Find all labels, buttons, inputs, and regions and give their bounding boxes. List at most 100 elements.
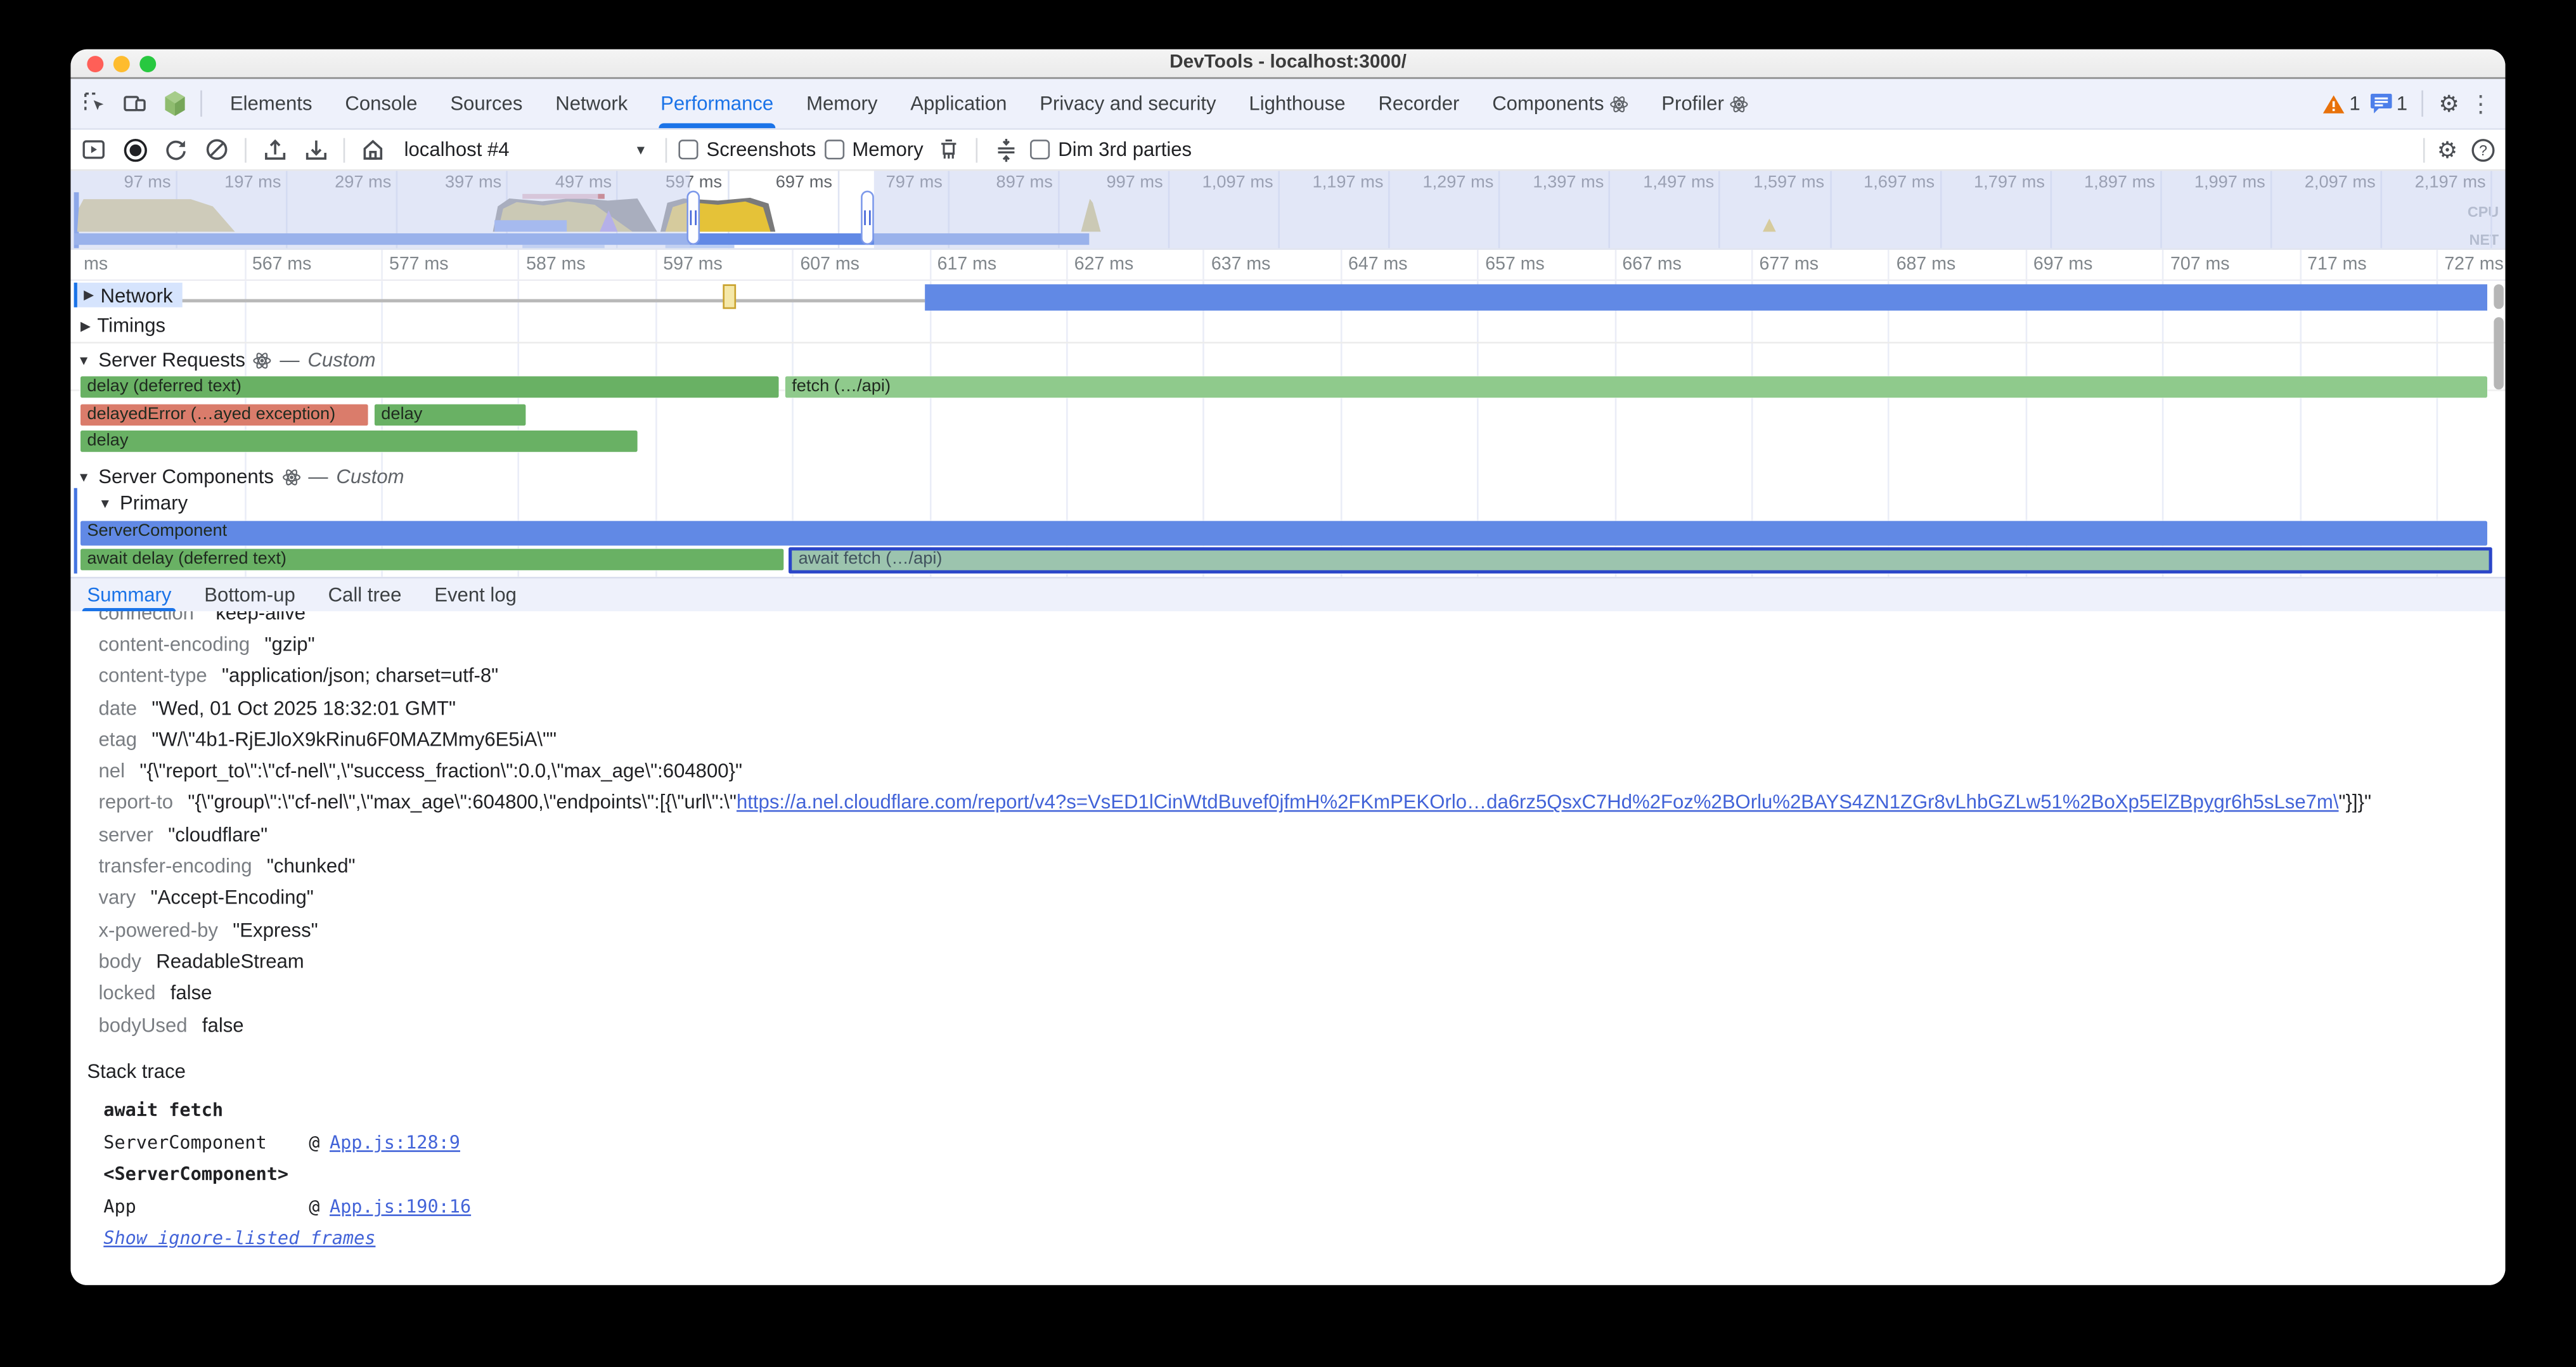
screenshot-stage: DevTools - localhost:3000/ ElementsConso… — [0, 0, 2576, 1367]
network-request-bar[interactable] — [925, 284, 2487, 310]
device-toolbar-icon[interactable] — [117, 86, 153, 122]
record-button[interactable] — [119, 133, 151, 166]
issues-badge[interactable]: 1 — [2370, 92, 2407, 115]
ruler-tick-label: 727 ms — [2444, 255, 2504, 275]
load-profile-icon[interactable] — [258, 133, 291, 166]
tab-lighthouse[interactable]: Lighthouse — [1232, 79, 1362, 128]
svg-text:?: ? — [2478, 141, 2487, 158]
header-value: "keep-alive" — [209, 611, 312, 624]
collect-garbage-icon[interactable] — [932, 133, 965, 166]
header-value: "cloudflare" — [168, 823, 267, 846]
header-value: "application/json; charset=utf-8" — [222, 664, 498, 687]
server-request-bar[interactable]: delay — [80, 431, 638, 452]
server-request-bar[interactable]: delay — [375, 405, 525, 426]
screenshots-checkbox[interactable]: Screenshots — [678, 138, 816, 161]
trace-history-select[interactable]: localhost #4 ▼ — [397, 138, 654, 161]
react-atom-icon — [1611, 94, 1629, 113]
show-ignore-listed-frames-link[interactable]: Show ignore-listed frames — [103, 1228, 375, 1249]
report-to-url-link[interactable]: https://a.nel.cloudflare.com/report/v4?s… — [737, 791, 2339, 814]
ruler-tick — [2299, 250, 2301, 280]
ruler-tick-label: 717 ms — [2307, 255, 2367, 275]
header-key: report-to — [99, 791, 174, 814]
ruler-tick-label: 577 ms — [389, 255, 449, 275]
tracks-scrollbar[interactable] — [2494, 317, 2504, 389]
warnings-badge[interactable]: 1 — [2323, 92, 2360, 115]
header-row: content-type"application/json; charset=u… — [99, 660, 2506, 692]
network-track-scrollbar[interactable] — [2494, 284, 2504, 309]
ruler-tick-label: 637 ms — [1211, 255, 1271, 275]
warning-icon — [2323, 94, 2345, 113]
header-value: "Accept-Encoding" — [151, 886, 314, 909]
tab-memory[interactable]: Memory — [790, 79, 894, 128]
timings-track-label[interactable]: ▶ Timings — [80, 314, 165, 337]
ruler-tick-label: 657 ms — [1485, 255, 1545, 275]
server-request-bar[interactable]: delayedError (…ayed exception) — [80, 405, 368, 426]
record-and-reload-icon[interactable] — [159, 133, 192, 166]
source-location-link[interactable]: App.js:190:16 — [330, 1196, 471, 1218]
selection-handle-right[interactable] — [861, 191, 874, 245]
tabbar-right: 1 1 ⚙ ⋮ — [2310, 91, 2505, 117]
timeline-overview[interactable]: CPU NET 97 ms197 ms297 ms397 ms497 ms597… — [70, 171, 2505, 250]
performance-toolbar: localhost #4 ▼ Screenshots Memory Dim 3 — [70, 130, 2505, 171]
server-component-bar[interactable]: await delay (deferred text) — [80, 549, 783, 571]
dim-3rd-parties-checkbox[interactable]: Dim 3rd parties — [1030, 138, 1192, 161]
expanded-triangle-icon: ▼ — [77, 353, 91, 367]
tab-profiler[interactable]: Profiler — [1645, 79, 1765, 128]
server-requests-header[interactable]: ▼ Server Requests — Custom — [77, 348, 376, 371]
live-metrics-panel-icon[interactable] — [77, 133, 110, 166]
message-icon — [2370, 94, 2392, 113]
devtools-tabbar: ElementsConsoleSourcesNetworkPerformance… — [70, 79, 2505, 129]
selection-handle-left[interactable] — [686, 191, 700, 245]
capture-settings-gear-icon[interactable]: ⚙ — [2437, 138, 2458, 161]
tab-recorder[interactable]: Recorder — [1362, 79, 1476, 128]
memory-checkbox[interactable]: Memory — [824, 138, 923, 161]
home-icon[interactable] — [356, 133, 389, 166]
server-components-header[interactable]: ▼ Server Components — Custom — [77, 465, 404, 488]
save-profile-icon[interactable] — [299, 133, 332, 166]
collapsed-triangle-icon: ▶ — [84, 288, 94, 302]
server-request-bar[interactable]: fetch (…/api) — [785, 377, 2487, 398]
network-track-label[interactable]: ▶ Network — [74, 283, 183, 308]
header-value: "W/\"4b1-RjEJloX9kRinu6F0MAZMmy6E5iA\"" — [151, 728, 557, 751]
header-key: transfer-encoding — [99, 855, 252, 878]
tab-application[interactable]: Application — [894, 79, 1023, 128]
bottom-tab-call-tree[interactable]: Call tree — [312, 578, 418, 611]
bottom-tab-summary[interactable]: Summary — [70, 578, 188, 611]
tab-components[interactable]: Components — [1476, 79, 1645, 128]
help-icon[interactable]: ? — [2466, 133, 2499, 166]
timeline-tracks[interactable]: ▶ Network ▶ Timings ▼ Server Requests — … — [70, 281, 2505, 577]
ruler-tick-label: 647 ms — [1348, 255, 1408, 275]
network-request-chip[interactable] — [723, 284, 736, 309]
expanded-triangle-icon: ▼ — [99, 495, 112, 510]
overview-dim-left — [70, 171, 690, 249]
server-request-bar[interactable]: delay (deferred text) — [80, 377, 779, 398]
bottom-tab-event-log[interactable]: Event log — [418, 578, 533, 611]
divider — [666, 137, 667, 162]
divider — [245, 137, 247, 162]
ruler-tick — [1888, 250, 1890, 280]
server-component-bar[interactable]: ServerComponent — [80, 521, 2487, 546]
checkbox-box — [824, 139, 844, 159]
compress-fit-icon[interactable] — [989, 133, 1022, 166]
ruler-tick-label: 677 ms — [1760, 255, 1819, 275]
extension-gem-icon[interactable] — [156, 86, 192, 122]
tab-network[interactable]: Network — [539, 79, 644, 128]
tab-sources[interactable]: Sources — [434, 79, 539, 128]
collapsed-triangle-icon: ▶ — [80, 318, 91, 333]
stack-frame-at: @ — [309, 1132, 319, 1154]
tab-privacy-and-security[interactable]: Privacy and security — [1023, 79, 1232, 128]
more-options-kebab-icon[interactable]: ⋮ — [2469, 92, 2492, 115]
source-location-link[interactable]: App.js:128:9 — [330, 1132, 460, 1154]
tab-performance[interactable]: Performance — [644, 79, 790, 128]
tab-elements[interactable]: Elements — [214, 79, 329, 128]
header-key: content-encoding — [99, 633, 250, 656]
bottom-tab-bottom-up[interactable]: Bottom-up — [188, 578, 311, 611]
header-key: locked — [99, 982, 156, 1004]
clear-icon[interactable] — [200, 133, 233, 166]
primary-subtrack-header[interactable]: ▼ Primary — [99, 491, 188, 514]
summary-pane[interactable]: connection"keep-alive"content-encoding"g… — [70, 611, 2505, 1285]
server-component-bar[interactable]: await fetch (…/api) — [789, 547, 2492, 573]
tab-console[interactable]: Console — [328, 79, 434, 128]
inspect-element-icon[interactable] — [77, 86, 113, 122]
settings-gear-icon[interactable]: ⚙ — [2438, 92, 2459, 115]
